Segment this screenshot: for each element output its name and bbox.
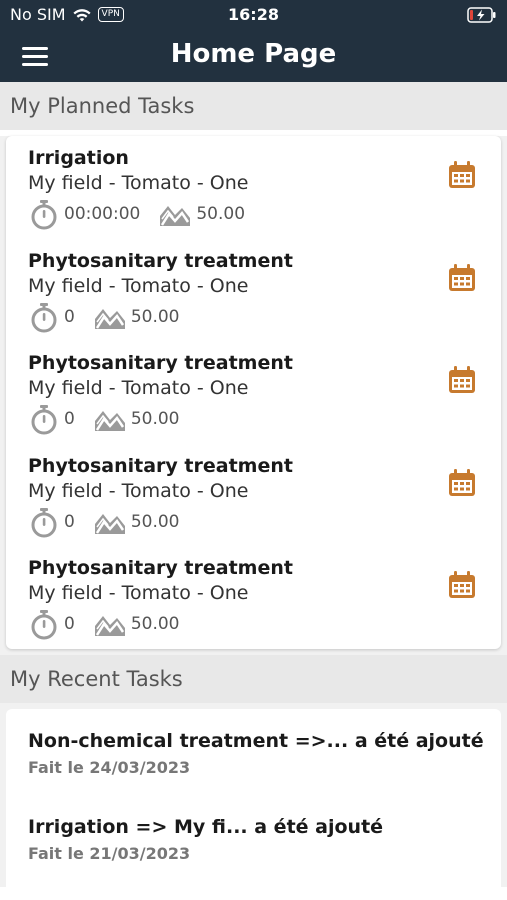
task-duration: 0: [64, 409, 75, 429]
calendar-icon[interactable]: [447, 570, 477, 600]
planned-task-item[interactable]: Phytosanitary treatment My field - Tomat…: [6, 239, 501, 342]
clock: 16:28: [228, 5, 279, 24]
recent-task-date: Fait le 21/03/2023: [28, 843, 191, 863]
task-subtitle: My field - Tomato - One: [28, 274, 249, 297]
planned-task-item[interactable]: Phytosanitary treatment My field - Tomat…: [6, 341, 501, 444]
recent-task-title: Non-chemical treatment =>... a été ajout…: [28, 729, 484, 752]
task-duration: 0: [64, 511, 75, 532]
battery-charging-icon: [467, 7, 496, 23]
task-meta: 0 50.00: [28, 608, 501, 640]
task-subtitle: My field - Tomato - One: [28, 479, 249, 502]
recent-section-header: My Recent Tasks: [0, 654, 507, 703]
stopwatch-icon: [31, 507, 57, 537]
task-area: 50.00: [130, 409, 180, 429]
status-bar: No SIM VPN 16:28: [0, 0, 507, 30]
task-title: Phytosanitary treatment: [28, 557, 293, 579]
planned-task-item[interactable]: Phytosanitary treatment My field - Tomat…: [6, 444, 501, 547]
area-icon: [94, 308, 125, 329]
task-duration: 00:00:00: [64, 204, 141, 224]
task-meta: 0 50.00: [28, 301, 501, 333]
task-area: 50.00: [130, 511, 180, 532]
recent-tasks-card: Non-chemical treatment =>... a été ajout…: [6, 708, 501, 893]
recent-tasks-area: Non-chemical treatment =>... a été ajout…: [0, 702, 507, 893]
task-area: 50.00: [130, 306, 180, 327]
planned-section-header: My Planned Tasks: [0, 82, 507, 130]
page-title: Home Page: [170, 39, 337, 69]
calendar-icon[interactable]: [447, 160, 477, 190]
stopwatch-icon: [31, 610, 57, 640]
recent-task-item[interactable]: Non-chemical treatment =>... a été ajout…: [6, 719, 501, 805]
task-area: 50.00: [196, 204, 246, 224]
recent-task-date: Fait le 24/03/2023: [28, 757, 191, 777]
task-title: Phytosanitary treatment: [28, 454, 293, 477]
app-top-bar: No SIM VPN 16:28 Home Page: [0, 0, 507, 82]
planned-task-item[interactable]: Phytosanitary treatment My field - Tomat…: [6, 546, 501, 649]
area-icon: [94, 411, 125, 431]
stopwatch-icon: [31, 405, 57, 435]
task-meta: 0 50.00: [28, 506, 501, 538]
stopwatch-icon: [31, 200, 57, 230]
task-subtitle: My field - Tomato - One: [28, 582, 249, 604]
task-subtitle: My field - Tomato - One: [28, 172, 249, 194]
calendar-icon[interactable]: [447, 468, 477, 498]
planned-tasks-area: Irrigation My field - Tomato - One 00:00…: [0, 136, 507, 655]
recent-task-title: Irrigation => My fi... a été ajouté: [28, 815, 384, 838]
planned-tasks-card: Irrigation My field - Tomato - One 00:00…: [6, 136, 501, 649]
recent-task-item[interactable]: Irrigation => My fi... a été ajouté Fait…: [6, 805, 501, 891]
area-icon: [94, 616, 125, 636]
area-icon: [160, 206, 191, 226]
task-meta: 00:00:00 50.00: [28, 198, 501, 230]
calendar-icon[interactable]: [447, 263, 477, 293]
task-subtitle: My field - Tomato - One: [28, 377, 249, 399]
calendar-icon[interactable]: [447, 365, 477, 395]
task-title: Phytosanitary treatment: [28, 249, 293, 272]
task-meta: 0 50.00: [28, 403, 501, 435]
task-area: 50.00: [130, 614, 180, 634]
area-icon: [94, 513, 125, 534]
task-duration: 0: [64, 306, 75, 327]
task-title: Irrigation: [28, 147, 129, 169]
stopwatch-icon: [31, 302, 57, 332]
app-header: Home Page: [0, 30, 507, 82]
task-duration: 0: [64, 614, 75, 634]
planned-task-item[interactable]: Irrigation My field - Tomato - One 00:00…: [6, 136, 501, 239]
task-title: Phytosanitary treatment: [28, 352, 293, 374]
